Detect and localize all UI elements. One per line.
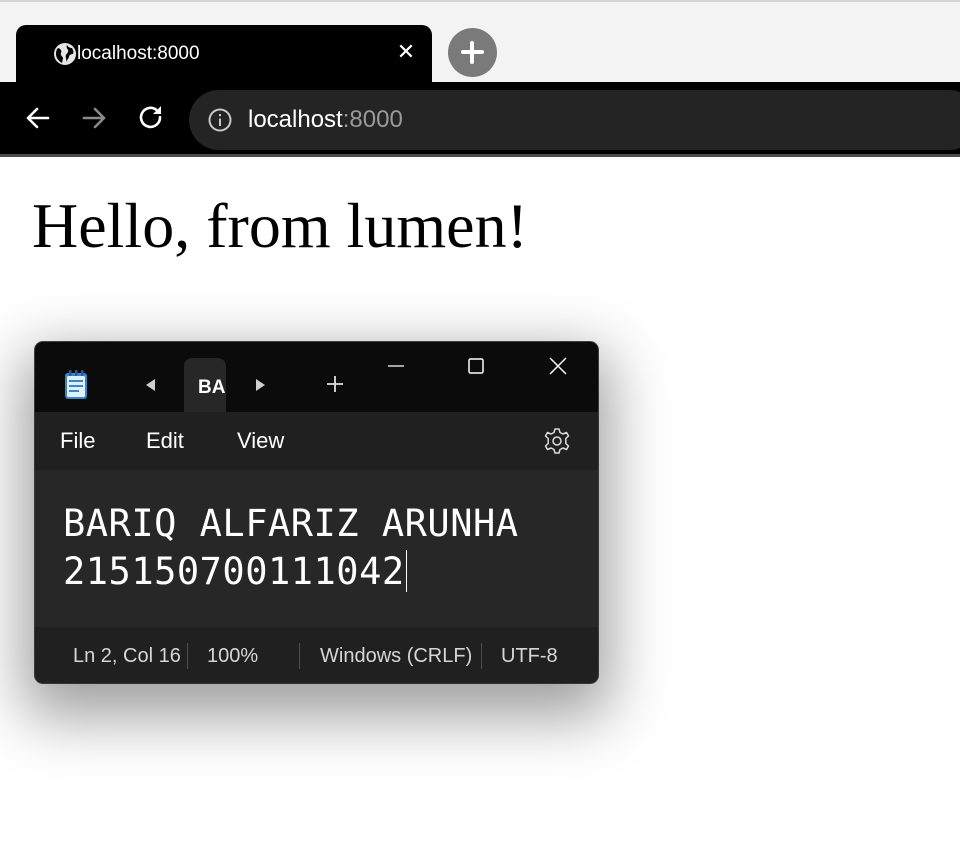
address-bar[interactable]: localhost:8000 [189, 90, 960, 150]
maximize-icon[interactable] [466, 356, 486, 376]
status-separator [299, 643, 300, 669]
window-top-edge [0, 0, 960, 2]
status-zoom[interactable]: 100% [207, 643, 258, 669]
notepad-menubar: File Edit View [35, 412, 598, 470]
editor-line-1: BARIQ ALFARIZ ARUNHA [63, 502, 519, 545]
info-icon[interactable] [207, 107, 233, 133]
text-caret [405, 550, 407, 592]
close-window-icon[interactable] [548, 356, 568, 376]
status-separator [481, 643, 482, 669]
browser-toolbar: localhost:8000 [0, 82, 960, 154]
tab-close-icon[interactable]: ✕ [396, 41, 416, 63]
editor-line-2: 215150700111042 [63, 548, 407, 596]
notepad-tab-title: BARIQ ALFARIZ ARUNHA [198, 377, 226, 398]
scroll-tabs-left-icon[interactable] [143, 377, 157, 393]
status-encoding: UTF-8 [501, 645, 558, 667]
editor-line-2-text: 215150700111042 [63, 550, 405, 593]
browser-tab-strip: localhost:8000 ✕ [0, 0, 960, 82]
page-heading: Hello, from lumen! [32, 190, 528, 261]
notepad-tab[interactable]: BARIQ ALFARIZ ARUNHA [184, 358, 226, 412]
notepad-app-icon [65, 370, 87, 399]
address-url: localhost:8000 [248, 106, 403, 134]
notepad-editor[interactable]: BARIQ ALFARIZ ARUNHA 215150700111042 [35, 470, 598, 627]
menu-file[interactable]: File [60, 427, 95, 455]
menu-edit[interactable]: Edit [146, 427, 184, 455]
notepad-titlebar: BARIQ ALFARIZ ARUNHA [35, 342, 598, 412]
arrow-right-icon[interactable] [80, 104, 108, 132]
status-line-ending: Windows (CRLF) [320, 645, 473, 667]
notepad-statusbar: Ln 2, Col 16 100% Windows (CRLF) UTF-8 [35, 627, 598, 683]
minimize-icon[interactable] [386, 356, 406, 376]
scroll-tabs-right-icon[interactable] [254, 377, 268, 393]
settings-gear-icon[interactable] [543, 427, 571, 455]
status-separator [187, 643, 188, 669]
notepad-window: BARIQ ALFARIZ ARUNHA File Edit View BARI… [35, 342, 598, 683]
menu-view[interactable]: View [237, 427, 284, 455]
arrow-left-icon[interactable] [24, 104, 52, 132]
toolbar-divider [0, 154, 960, 157]
tab-title: localhost:8000 [77, 43, 200, 64]
url-host: localhost [248, 106, 343, 133]
reload-icon[interactable] [137, 104, 165, 132]
browser-tab[interactable]: localhost:8000 ✕ [16, 25, 432, 82]
globe-icon [54, 43, 76, 65]
status-position: Ln 2, Col 16 [73, 645, 181, 667]
url-port: :8000 [342, 106, 403, 133]
new-tab-button[interactable] [448, 28, 497, 77]
new-notepad-tab-icon[interactable] [326, 375, 344, 393]
